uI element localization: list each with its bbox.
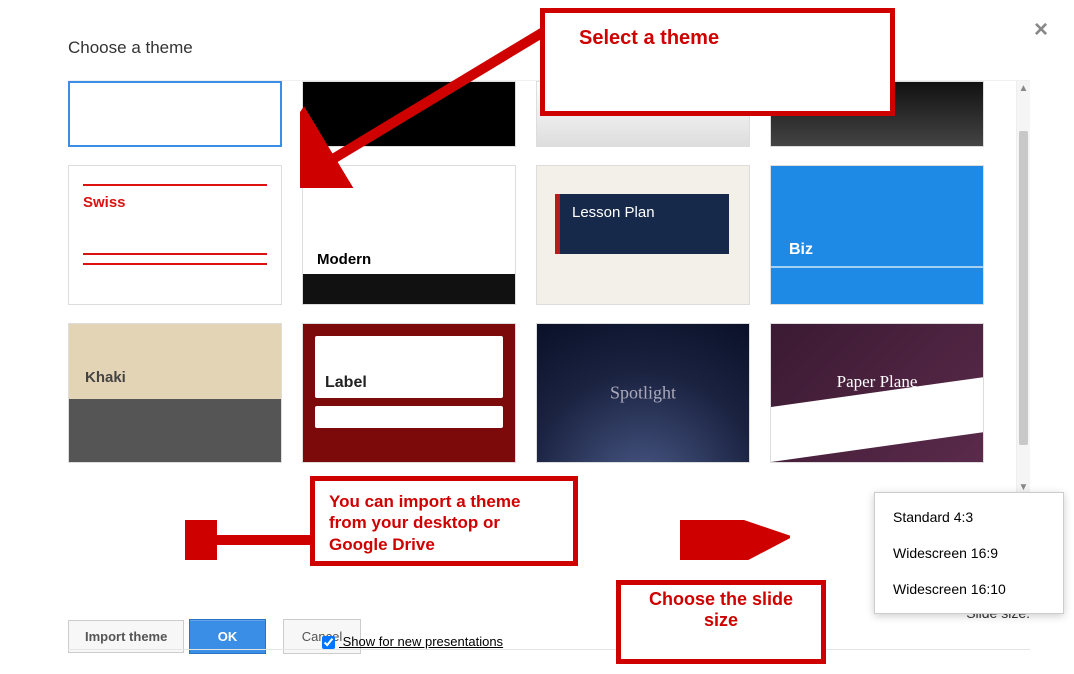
arrow-icon xyxy=(300,18,560,188)
theme-label: Paper Plane xyxy=(837,372,918,392)
theme-lesson-plan[interactable]: Lesson Plan xyxy=(536,165,750,305)
dialog-title: Choose a theme xyxy=(68,38,193,58)
theme-swiss[interactable]: Swiss xyxy=(68,165,282,305)
footer-divider xyxy=(68,649,1030,650)
show-for-new-checkbox[interactable]: Show for new presentations xyxy=(318,633,503,652)
grid-scrollbar[interactable]: ▲ ▼ xyxy=(1016,81,1030,495)
slide-size-option[interactable]: Standard 4:3 xyxy=(875,499,1063,535)
slide-size-menu: Standard 4:3 Widescreen 16:9 Widescreen … xyxy=(874,492,1064,614)
annotation-import-note: You can import a theme from your desktop… xyxy=(310,476,578,566)
theme-tile[interactable] xyxy=(68,81,282,147)
scroll-up-icon[interactable]: ▲ xyxy=(1017,83,1030,94)
theme-label: Spotlight xyxy=(610,383,676,404)
theme-label: Khaki xyxy=(85,369,126,386)
slide-size-option[interactable]: Widescreen 16:9 xyxy=(875,535,1063,571)
theme-label: Biz xyxy=(789,241,813,259)
theme-label: Modern xyxy=(303,249,515,270)
close-icon[interactable]: × xyxy=(1034,16,1048,44)
theme-label: Lesson Plan xyxy=(555,194,729,254)
theme-label: Swiss xyxy=(83,194,267,211)
annotation-choose-size: Choose the slide size xyxy=(616,580,826,664)
arrow-icon xyxy=(680,520,790,560)
show-for-new-input[interactable] xyxy=(322,636,335,649)
theme-khaki[interactable]: Khaki xyxy=(68,323,282,463)
annotation-select-theme: Select a theme xyxy=(540,8,895,116)
theme-spotlight[interactable]: Spotlight xyxy=(536,323,750,463)
show-for-new-label: Show for new presentations xyxy=(343,634,503,649)
slide-size-option[interactable]: Widescreen 16:10 xyxy=(875,571,1063,607)
scroll-thumb[interactable] xyxy=(1019,131,1028,445)
theme-label-theme[interactable]: Label xyxy=(302,323,516,463)
arrow-icon xyxy=(185,520,315,560)
theme-paper-plane[interactable]: Paper Plane xyxy=(770,323,984,463)
theme-biz[interactable]: Biz xyxy=(770,165,984,305)
theme-label: Label xyxy=(315,336,503,398)
